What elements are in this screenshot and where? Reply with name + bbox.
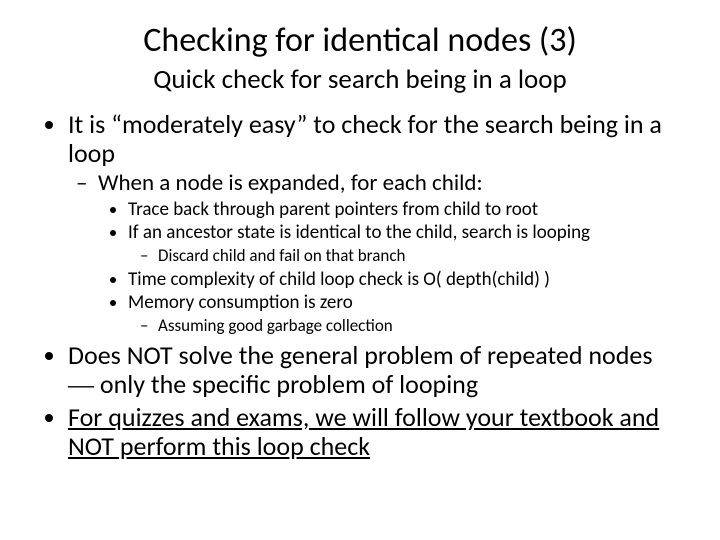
- bullet-list: It is “moderately easy” to check for the…: [40, 110, 680, 461]
- slide: Checking for identical nodes (3) Quick c…: [0, 0, 720, 540]
- bullet-1a-iii: Time complexity of child loop check is O…: [128, 269, 680, 292]
- bullet-1a-iv-1: Assuming good garbage collection: [158, 316, 680, 336]
- bullet-1a-ii: If an ancestor state is identical to the…: [128, 222, 680, 266]
- bullet-2: Does NOT solve the general problem of re…: [68, 341, 680, 399]
- bullet-3-text: For quizzes and exams, we will follow yo…: [68, 401, 659, 462]
- slide-title: Checking for identical nodes (3): [40, 20, 680, 61]
- bullet-1a-i: Trace back through parent pointers from …: [128, 199, 680, 222]
- bullet-1-text: It is “moderately easy” to check for the…: [68, 108, 662, 169]
- bullet-2-pre: Does NOT solve the general problem of re…: [68, 339, 653, 371]
- bullet-3: For quizzes and exams, we will follow yo…: [68, 403, 680, 461]
- bullet-1a-text: When a node is expanded, for each child:: [98, 169, 483, 197]
- bullet-1a-ii-text: If an ancestor state is identical to the…: [128, 221, 590, 244]
- bullet-1a-iv: Memory consumption is zero Assuming good…: [128, 292, 680, 336]
- bullet-1a-iv-text: Memory consumption is zero: [128, 291, 353, 314]
- bullet-1: It is “moderately easy” to check for the…: [68, 110, 680, 337]
- slide-subtitle: Quick check for search being in a loop: [40, 63, 680, 96]
- bullet-2-post: only the specific problem of looping: [94, 368, 478, 400]
- bullet-1a-ii-1: Discard child and fail on that branch: [158, 246, 680, 266]
- bullet-2-dash: —: [68, 370, 94, 399]
- bullet-1a: When a node is expanded, for each child:…: [98, 170, 680, 336]
